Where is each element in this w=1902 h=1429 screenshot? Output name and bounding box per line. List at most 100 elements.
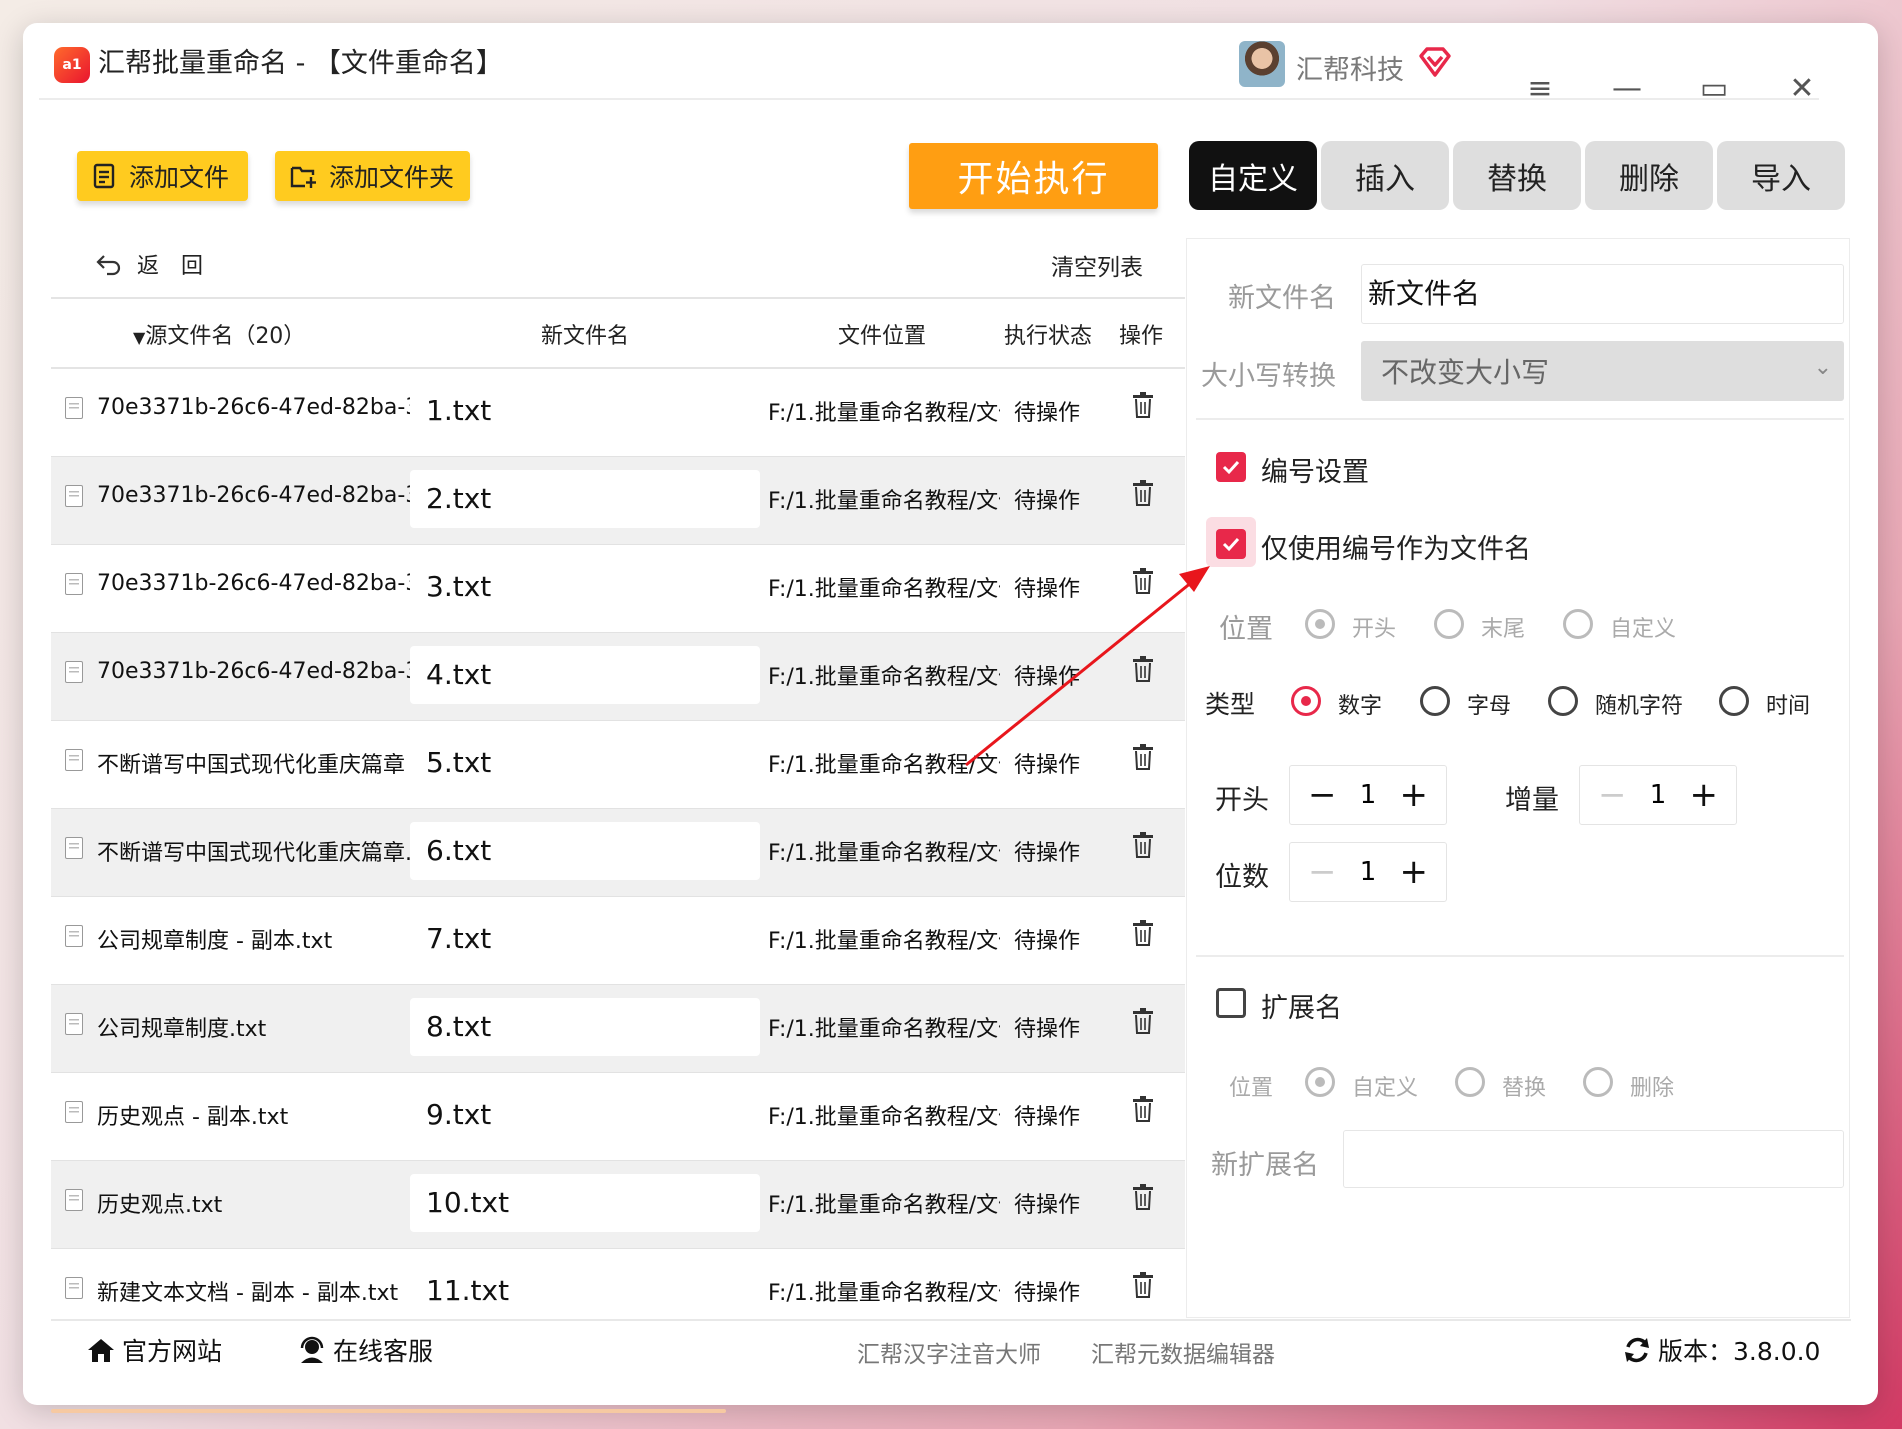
vip-diamond-icon[interactable] — [1417, 44, 1453, 80]
version-info[interactable]: 版本：3.8.0.0 — [1622, 1332, 1820, 1368]
new-filename-field[interactable]: 10.txt — [410, 1174, 760, 1232]
new-filename-field[interactable]: 3.txt — [410, 558, 760, 616]
start-minus-button[interactable]: − — [1308, 778, 1337, 812]
tab-import[interactable]: 导入 — [1717, 141, 1845, 210]
new-filename-field[interactable]: 2.txt — [410, 470, 760, 528]
position-start-label: 开头 — [1352, 617, 1397, 642]
trash-icon[interactable] — [1131, 919, 1155, 947]
back-arrow-icon — [96, 255, 121, 276]
status-text: 待操作 — [1014, 401, 1081, 426]
trash-icon[interactable] — [1131, 391, 1155, 419]
trash-icon[interactable] — [1131, 479, 1155, 507]
online-support-link[interactable]: 在线客服 — [297, 1332, 433, 1368]
increment-minus-button[interactable]: − — [1598, 778, 1627, 812]
pinyin-app-link[interactable]: 汇帮汉字注音大师 — [857, 1335, 1041, 1369]
status-text: 待操作 — [1014, 1017, 1081, 1042]
menu-icon[interactable]: ≡ — [1520, 69, 1560, 109]
table-row[interactable]: 公司规章制度.txt 8.txt F:/1.批量重命名教程/文件 待操作 — [51, 985, 1185, 1073]
new-filename-field[interactable]: 4.txt — [410, 646, 760, 704]
file-location: F:/1.批量重命名教程/文件 — [768, 929, 1000, 954]
only-number-checkbox[interactable] — [1216, 529, 1246, 559]
ext-delete-radio[interactable] — [1583, 1067, 1613, 1097]
file-location: F:/1.批量重命名教程/文件 — [768, 1193, 1000, 1218]
col-status-header: 执行状态 — [1004, 324, 1093, 349]
increment-plus-button[interactable]: + — [1689, 778, 1718, 812]
tab-insert[interactable]: 插入 — [1321, 141, 1449, 210]
file-location: F:/1.批量重命名教程/文件 — [768, 1281, 1000, 1306]
ext-custom-radio[interactable] — [1305, 1067, 1335, 1097]
file-icon — [65, 1189, 83, 1211]
back-button[interactable]: 返 回 — [95, 248, 203, 280]
numbering-checkbox[interactable] — [1216, 452, 1246, 482]
trash-icon[interactable] — [1131, 1183, 1155, 1211]
new-filename-field[interactable]: 7.txt — [410, 910, 760, 968]
position-start-radio[interactable] — [1305, 609, 1335, 639]
clear-list-button[interactable]: 清空列表 — [1051, 248, 1143, 282]
source-filename: 70e3371b-26c6-47ed-82ba-3e — [97, 483, 433, 508]
source-filename: 不断谱写中国式现代化重庆篇章 - — [97, 753, 420, 778]
type-time-label: 时间 — [1766, 694, 1811, 719]
start-button[interactable]: 开始执行 — [909, 143, 1158, 209]
tab-replace[interactable]: 替换 — [1453, 141, 1581, 210]
type-number-radio[interactable] — [1291, 686, 1321, 716]
digits-minus-button[interactable]: − — [1308, 855, 1337, 889]
new-filename-field[interactable]: 6.txt — [410, 822, 760, 880]
minimize-icon[interactable]: — — [1607, 69, 1647, 109]
table-row[interactable]: 公司规章制度 - 副本.txt 7.txt F:/1.批量重命名教程/文件 待操作 — [51, 897, 1185, 985]
start-value[interactable]: 1 — [1360, 780, 1377, 810]
new-filename-field[interactable]: 9.txt — [410, 1086, 760, 1144]
increment-stepper[interactable]: − 1 + — [1579, 765, 1737, 825]
add-file-button[interactable]: 添加文件 — [77, 151, 248, 201]
table-row[interactable]: 新建文本文档 - 副本 - 副本.txt 11.txt F:/1.批量重命名教程/文… — [51, 1249, 1185, 1319]
status-text: 待操作 — [1014, 489, 1081, 514]
file-icon — [65, 749, 83, 771]
increment-value[interactable]: 1 — [1650, 780, 1667, 810]
position-end-radio[interactable] — [1434, 609, 1464, 639]
type-random-radio[interactable] — [1548, 686, 1578, 716]
start-stepper[interactable]: − 1 + — [1289, 765, 1447, 825]
trash-icon[interactable] — [1131, 1095, 1155, 1123]
type-time-radio[interactable] — [1719, 686, 1749, 716]
type-letter-radio[interactable] — [1420, 686, 1450, 716]
new-ext-input[interactable] — [1343, 1130, 1844, 1188]
table-row[interactable]: 70e3371b-26c6-47ed-82ba-3e 1.txt F:/1.批量重命… — [51, 369, 1185, 457]
check-icon — [1222, 537, 1240, 552]
col-source-header[interactable]: ▼源文件名（20） — [133, 318, 305, 350]
metadata-app-link[interactable]: 汇帮元数据编辑器 — [1091, 1335, 1275, 1369]
new-filename-field[interactable]: 1.txt — [410, 382, 760, 440]
digits-plus-button[interactable]: + — [1399, 855, 1428, 889]
new-name-input[interactable]: 新文件名 — [1361, 264, 1844, 324]
close-icon[interactable]: ✕ — [1782, 69, 1822, 109]
file-list: 70e3371b-26c6-47ed-82ba-3e 1.txt F:/1.批量重命… — [51, 369, 1185, 1319]
table-row[interactable]: 历史观点 - 副本.txt 9.txt F:/1.批量重命名教程/文件 待操作 — [51, 1073, 1185, 1161]
maximize-icon[interactable]: ▭ — [1694, 69, 1734, 109]
start-plus-button[interactable]: + — [1399, 778, 1428, 812]
source-filename: 不断谱写中国式现代化重庆篇章.txt — [97, 841, 443, 866]
digits-stepper[interactable]: − 1 + — [1289, 842, 1447, 902]
table-row[interactable]: 70e3371b-26c6-47ed-82ba-3e 2.txt F:/1.批量重命… — [51, 457, 1185, 545]
new-filename-field[interactable]: 5.txt — [410, 734, 760, 792]
source-filename: 新建文本文档 - 副本 - 副本.txt — [97, 1281, 399, 1306]
source-filename: 70e3371b-26c6-47ed-82ba-3e — [97, 395, 433, 420]
position-label: 位置 — [1219, 614, 1273, 645]
trash-icon[interactable] — [1131, 831, 1155, 859]
table-row[interactable]: 不断谱写中国式现代化重庆篇章.txt 6.txt F:/1.批量重命名教程/文件 待操… — [51, 809, 1185, 897]
trash-icon[interactable] — [1131, 1007, 1155, 1035]
table-row[interactable]: 历史观点.txt 10.txt F:/1.批量重命名教程/文件 待操作 — [51, 1161, 1185, 1249]
extension-checkbox[interactable] — [1216, 988, 1246, 1018]
tab-delete[interactable]: 删除 — [1585, 141, 1713, 210]
official-website-link[interactable]: 官方网站 — [86, 1332, 222, 1368]
user-avatar[interactable] — [1239, 41, 1285, 87]
new-filename-field[interactable]: 8.txt — [410, 998, 760, 1056]
add-file-icon — [93, 163, 115, 189]
digits-value[interactable]: 1 — [1360, 857, 1377, 887]
position-custom-radio[interactable] — [1563, 609, 1593, 639]
new-filename-field[interactable]: 11.txt — [410, 1262, 760, 1319]
tab-custom[interactable]: 自定义 — [1189, 141, 1317, 210]
trash-icon[interactable] — [1131, 1271, 1155, 1299]
ext-replace-radio[interactable] — [1455, 1067, 1485, 1097]
type-number-label: 数字 — [1338, 694, 1383, 719]
add-folder-button[interactable]: 添加文件夹 — [275, 151, 470, 201]
support-headset-icon — [300, 1336, 324, 1363]
case-select[interactable]: 不改变大小写 ⌄ — [1361, 341, 1844, 401]
